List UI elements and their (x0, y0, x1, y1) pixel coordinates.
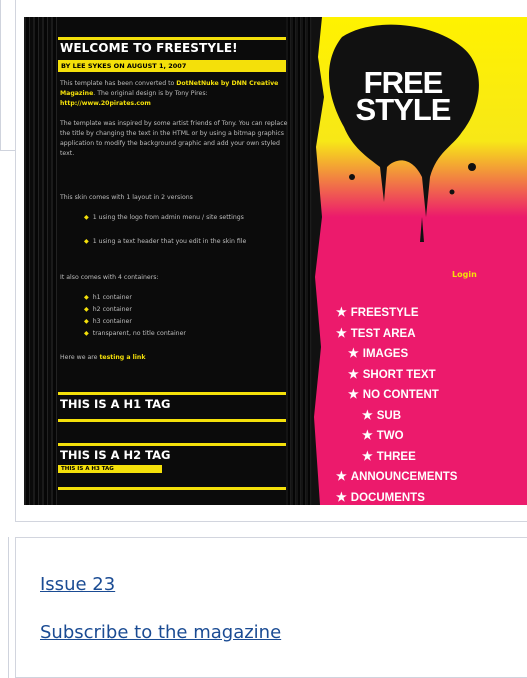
container-bullet: ◆ h2 container (84, 306, 132, 313)
skin-nav-label: SUB (376, 409, 402, 422)
skin-nav-item: ★ THREE (362, 449, 416, 464)
star-icon: ★ (348, 346, 359, 360)
yellow-rule (58, 443, 286, 446)
container-bullet: ◆ transparent, no title container (84, 330, 186, 337)
bullet-icon: ◆ (84, 294, 89, 301)
testing-link: testing a link (99, 354, 146, 361)
skin-nav-item: ★ IMAGES (348, 346, 408, 361)
frame-divider (8, 537, 9, 678)
star-icon: ★ (362, 428, 373, 442)
intro-paragraph: This template has been converted to DotN… (60, 80, 279, 107)
skin-nav-label: SHORT TEXT (362, 368, 436, 381)
skin-preview-content: WELCOME TO FREESTYLE! BY LEE SYKES ON AU… (24, 17, 527, 505)
layout-paragraph: This skin comes with 1 layout in 2 versi… (60, 194, 193, 201)
skin-nav-item: ★ DOCUMENTS (336, 490, 425, 505)
freestyle-logo: FREE STYLE (355, 65, 452, 127)
skin-nav-label: NO CONTENT (362, 389, 439, 401)
bullet-icon: ◆ (84, 214, 89, 221)
frame-divider (0, 0, 1, 150)
skin-nav-label: IMAGES (362, 348, 409, 360)
issue-link[interactable]: Issue 23 (40, 574, 115, 595)
bullet-icon: ◆ (84, 238, 89, 245)
skin-nav-label: THREE (376, 450, 416, 463)
container-bullet: ◆ h1 container (84, 294, 132, 301)
bullet-icon: ◆ (84, 318, 89, 325)
login-link: Login (452, 270, 477, 279)
h3-sample: THIS IS A H3 TAG (58, 465, 162, 473)
container-bullet: ◆ h3 container (84, 318, 132, 325)
skin-nav-item: ★ NO CONTENT (348, 387, 439, 402)
skin-nav-item: ★ TEST AREA (336, 326, 416, 341)
star-icon: ★ (336, 469, 347, 483)
star-icon: ★ (336, 489, 347, 504)
skin-nav-item: ★ SHORT TEXT (348, 367, 436, 382)
star-icon: ★ (362, 448, 373, 463)
star-icon: ★ (336, 325, 347, 340)
h2-sample: THIS IS A H2 TAG (60, 448, 171, 462)
star-icon: ★ (348, 366, 359, 381)
post-title: WELCOME TO FREESTYLE! (60, 41, 238, 55)
bullet-icon: ◆ (84, 306, 89, 313)
yellow-rule (58, 392, 286, 395)
link-paragraph: Here we are testing a link (60, 354, 146, 361)
links-card (15, 537, 527, 678)
star-icon: ★ (362, 407, 373, 422)
h1-sample: THIS IS A H1 TAG (60, 397, 171, 411)
skin-nav-item: ★ SUB (362, 408, 401, 423)
containers-paragraph: It also comes with 4 containers: (60, 274, 159, 281)
yellow-rule (58, 37, 286, 40)
skin-nav-item: ★ ANNOUNCEMENTS (336, 469, 457, 484)
bullet-icon: ◆ (84, 330, 89, 337)
scratch-texture (286, 17, 314, 505)
inspiration-paragraph: The template was inspired by some artist… (60, 120, 288, 157)
skin-nav-item: ★ FREESTYLE (336, 305, 419, 320)
star-icon: ★ (348, 387, 359, 401)
scratch-texture (24, 17, 60, 505)
layout-bullet: ◆ 1 using the logo from admin menu / site… (84, 214, 244, 221)
skin-nav-label: TWO (376, 430, 404, 442)
skin-nav-label: ANNOUNCEMENTS (350, 471, 458, 483)
skin-nav-label: FREESTYLE (350, 307, 419, 319)
star-icon: ★ (336, 305, 347, 319)
yellow-rule (58, 487, 286, 490)
layout-bullet: ◆ 1 using a text header that you edit in … (84, 238, 247, 245)
skin-nav-label: TEST AREA (350, 327, 416, 340)
frame-divider (0, 150, 16, 151)
post-byline: BY LEE SYKES ON AUGUST 1, 2007 (58, 60, 286, 72)
skin-nav-label: DOCUMENTS (350, 491, 425, 504)
skin-nav-item: ★ TWO (362, 428, 404, 443)
subscribe-link[interactable]: Subscribe to the magazine (40, 622, 281, 643)
yellow-rule (58, 419, 286, 422)
